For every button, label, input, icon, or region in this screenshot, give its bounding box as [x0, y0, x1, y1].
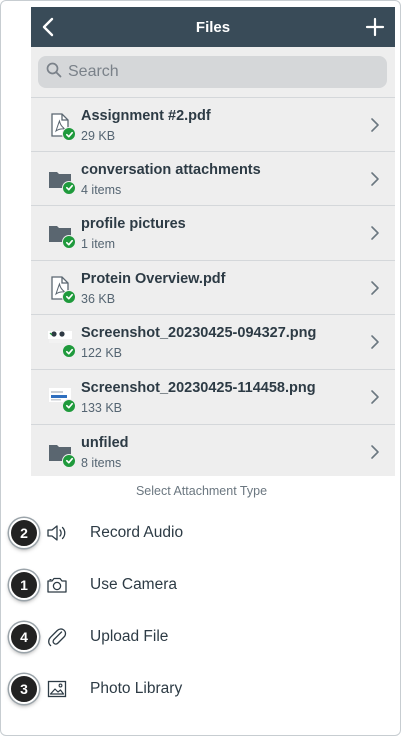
item-count: 8 items — [81, 455, 122, 470]
step-badge: 2 — [9, 518, 39, 548]
upload-file-option[interactable]: 4 Upload File — [1, 615, 400, 659]
page-title: Files — [195, 18, 231, 36]
file-row-screenshot-114458[interactable]: Screenshot_20230425-114458.png 133 KB — [31, 370, 395, 425]
chevron-right-icon — [369, 280, 381, 296]
file-size: 29 KB — [81, 129, 116, 143]
photo-icon — [46, 678, 68, 700]
file-name: Protein Overview.pdf — [81, 270, 226, 287]
step-badge: 1 — [9, 570, 39, 600]
option-label: Photo Library — [90, 680, 183, 697]
chevron-right-icon — [369, 389, 381, 405]
sheet-title: Select Attachment Type — [135, 484, 268, 498]
photo-library-option[interactable]: 3 Photo Library — [1, 667, 400, 711]
chevron-right-icon — [369, 444, 381, 460]
file-size: 133 KB — [81, 400, 123, 415]
file-list: Assignment #2.pdf 29 KB conversation att… — [31, 97, 395, 476]
camera-icon — [46, 574, 68, 596]
files-browser: Files Assignment #2.pdf 29 — [31, 7, 395, 476]
file-name: Screenshot_20230425-114458.png — [81, 379, 316, 396]
synced-check-icon — [62, 127, 76, 141]
step-badge: 3 — [9, 674, 39, 704]
pdf-file-icon — [47, 275, 76, 304]
image-thumbnail-icon — [47, 329, 76, 359]
file-name: conversation attachments — [81, 161, 261, 178]
option-label: Use Camera — [90, 576, 177, 593]
folder-icon — [47, 166, 76, 195]
file-size: 122 KB — [81, 346, 123, 361]
plus-icon[interactable] — [363, 15, 387, 39]
file-name: Assignment #2.pdf — [81, 108, 211, 124]
file-row-assignment-2[interactable]: Assignment #2.pdf 29 KB — [31, 97, 395, 152]
pdf-file-icon — [47, 112, 76, 141]
synced-check-icon — [62, 235, 76, 250]
navbar: Files — [31, 7, 395, 47]
search-input[interactable] — [68, 63, 368, 81]
option-label: Upload File — [90, 628, 169, 645]
synced-check-icon — [62, 344, 76, 359]
folder-row-unfiled[interactable]: unfiled 8 items — [31, 425, 395, 476]
synced-check-icon — [62, 180, 76, 195]
chevron-left-icon[interactable] — [37, 15, 61, 39]
chevron-right-icon — [369, 171, 381, 187]
chevron-right-icon — [369, 334, 381, 350]
item-count: 4 items — [81, 182, 122, 197]
file-size: 36 KB — [81, 291, 116, 306]
use-camera-option[interactable]: 1 Use Camera — [1, 563, 400, 607]
file-row-screenshot-094327[interactable]: Screenshot_20230425-094327.png 122 KB — [31, 315, 395, 370]
paperclip-icon — [46, 626, 68, 648]
synced-check-icon — [62, 398, 76, 413]
file-name: Screenshot_20230425-094327.png — [81, 325, 317, 342]
step-badge: 4 — [9, 622, 39, 652]
record-audio-option[interactable]: 2 Record Audio — [1, 511, 400, 555]
speaker-icon — [46, 522, 68, 544]
item-count: 1 item — [81, 237, 116, 252]
folder-row-conversation-attachments[interactable]: conversation attachments 4 items — [31, 152, 395, 207]
option-label: Record Audio — [90, 524, 184, 541]
folder-icon — [47, 439, 76, 468]
file-name: profile pictures — [81, 216, 186, 233]
chevron-right-icon — [369, 117, 381, 133]
chevron-right-icon — [369, 225, 381, 241]
image-thumbnail-icon — [47, 384, 76, 413]
file-row-protein-overview[interactable]: Protein Overview.pdf 36 KB — [31, 261, 395, 316]
search-bar — [31, 47, 395, 97]
screen-frame: Files Assignment #2.pdf 29 — [0, 0, 401, 736]
folder-row-profile-pictures[interactable]: profile pictures 1 item — [31, 206, 395, 261]
folder-icon — [47, 220, 76, 250]
synced-check-icon — [62, 453, 76, 468]
search-field[interactable] — [38, 56, 387, 88]
file-name: unfiled — [81, 434, 129, 451]
search-icon — [46, 62, 62, 83]
synced-check-icon — [62, 289, 76, 304]
